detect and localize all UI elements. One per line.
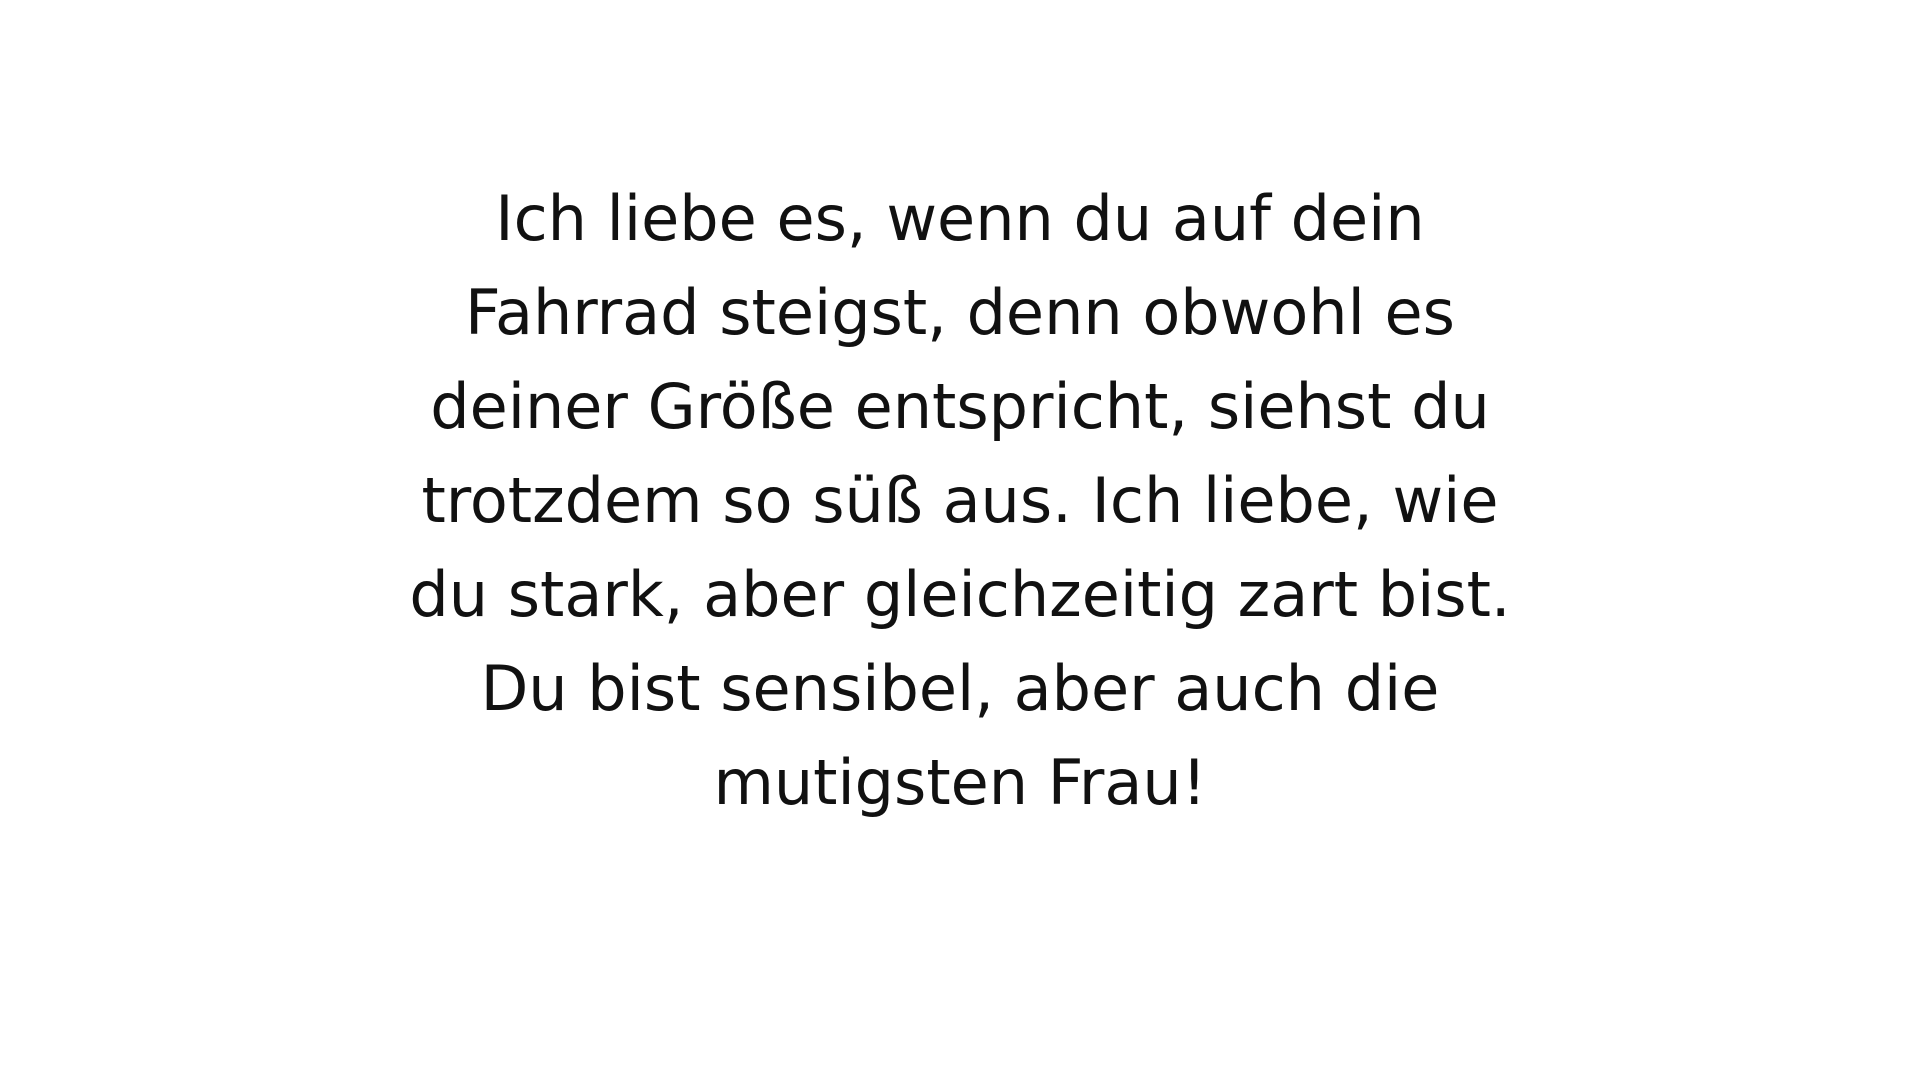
quote-line-6: Du bist sensibel, aber auch die [480,652,1440,725]
quote-line-4: trotzdem so süß aus. Ich liebe, wie [421,464,1499,537]
quote-line-2: Fahrrad steigst, denn obwohl es [465,276,1455,349]
quote-line-1: Ich liebe es, wenn du auf dein [495,182,1425,255]
quote-text: Ich liebe es, wenn du auf dein Fahrrad s… [0,172,1920,830]
quote-line-3: deiner Größe entspricht, siehst du [430,370,1490,443]
page-canvas: Ich liebe es, wenn du auf dein Fahrrad s… [0,0,1920,1080]
quote-line-7: mutigsten Frau! [713,746,1207,819]
quote-line-5: du stark, aber gleichzeitig zart bist. [409,558,1511,631]
